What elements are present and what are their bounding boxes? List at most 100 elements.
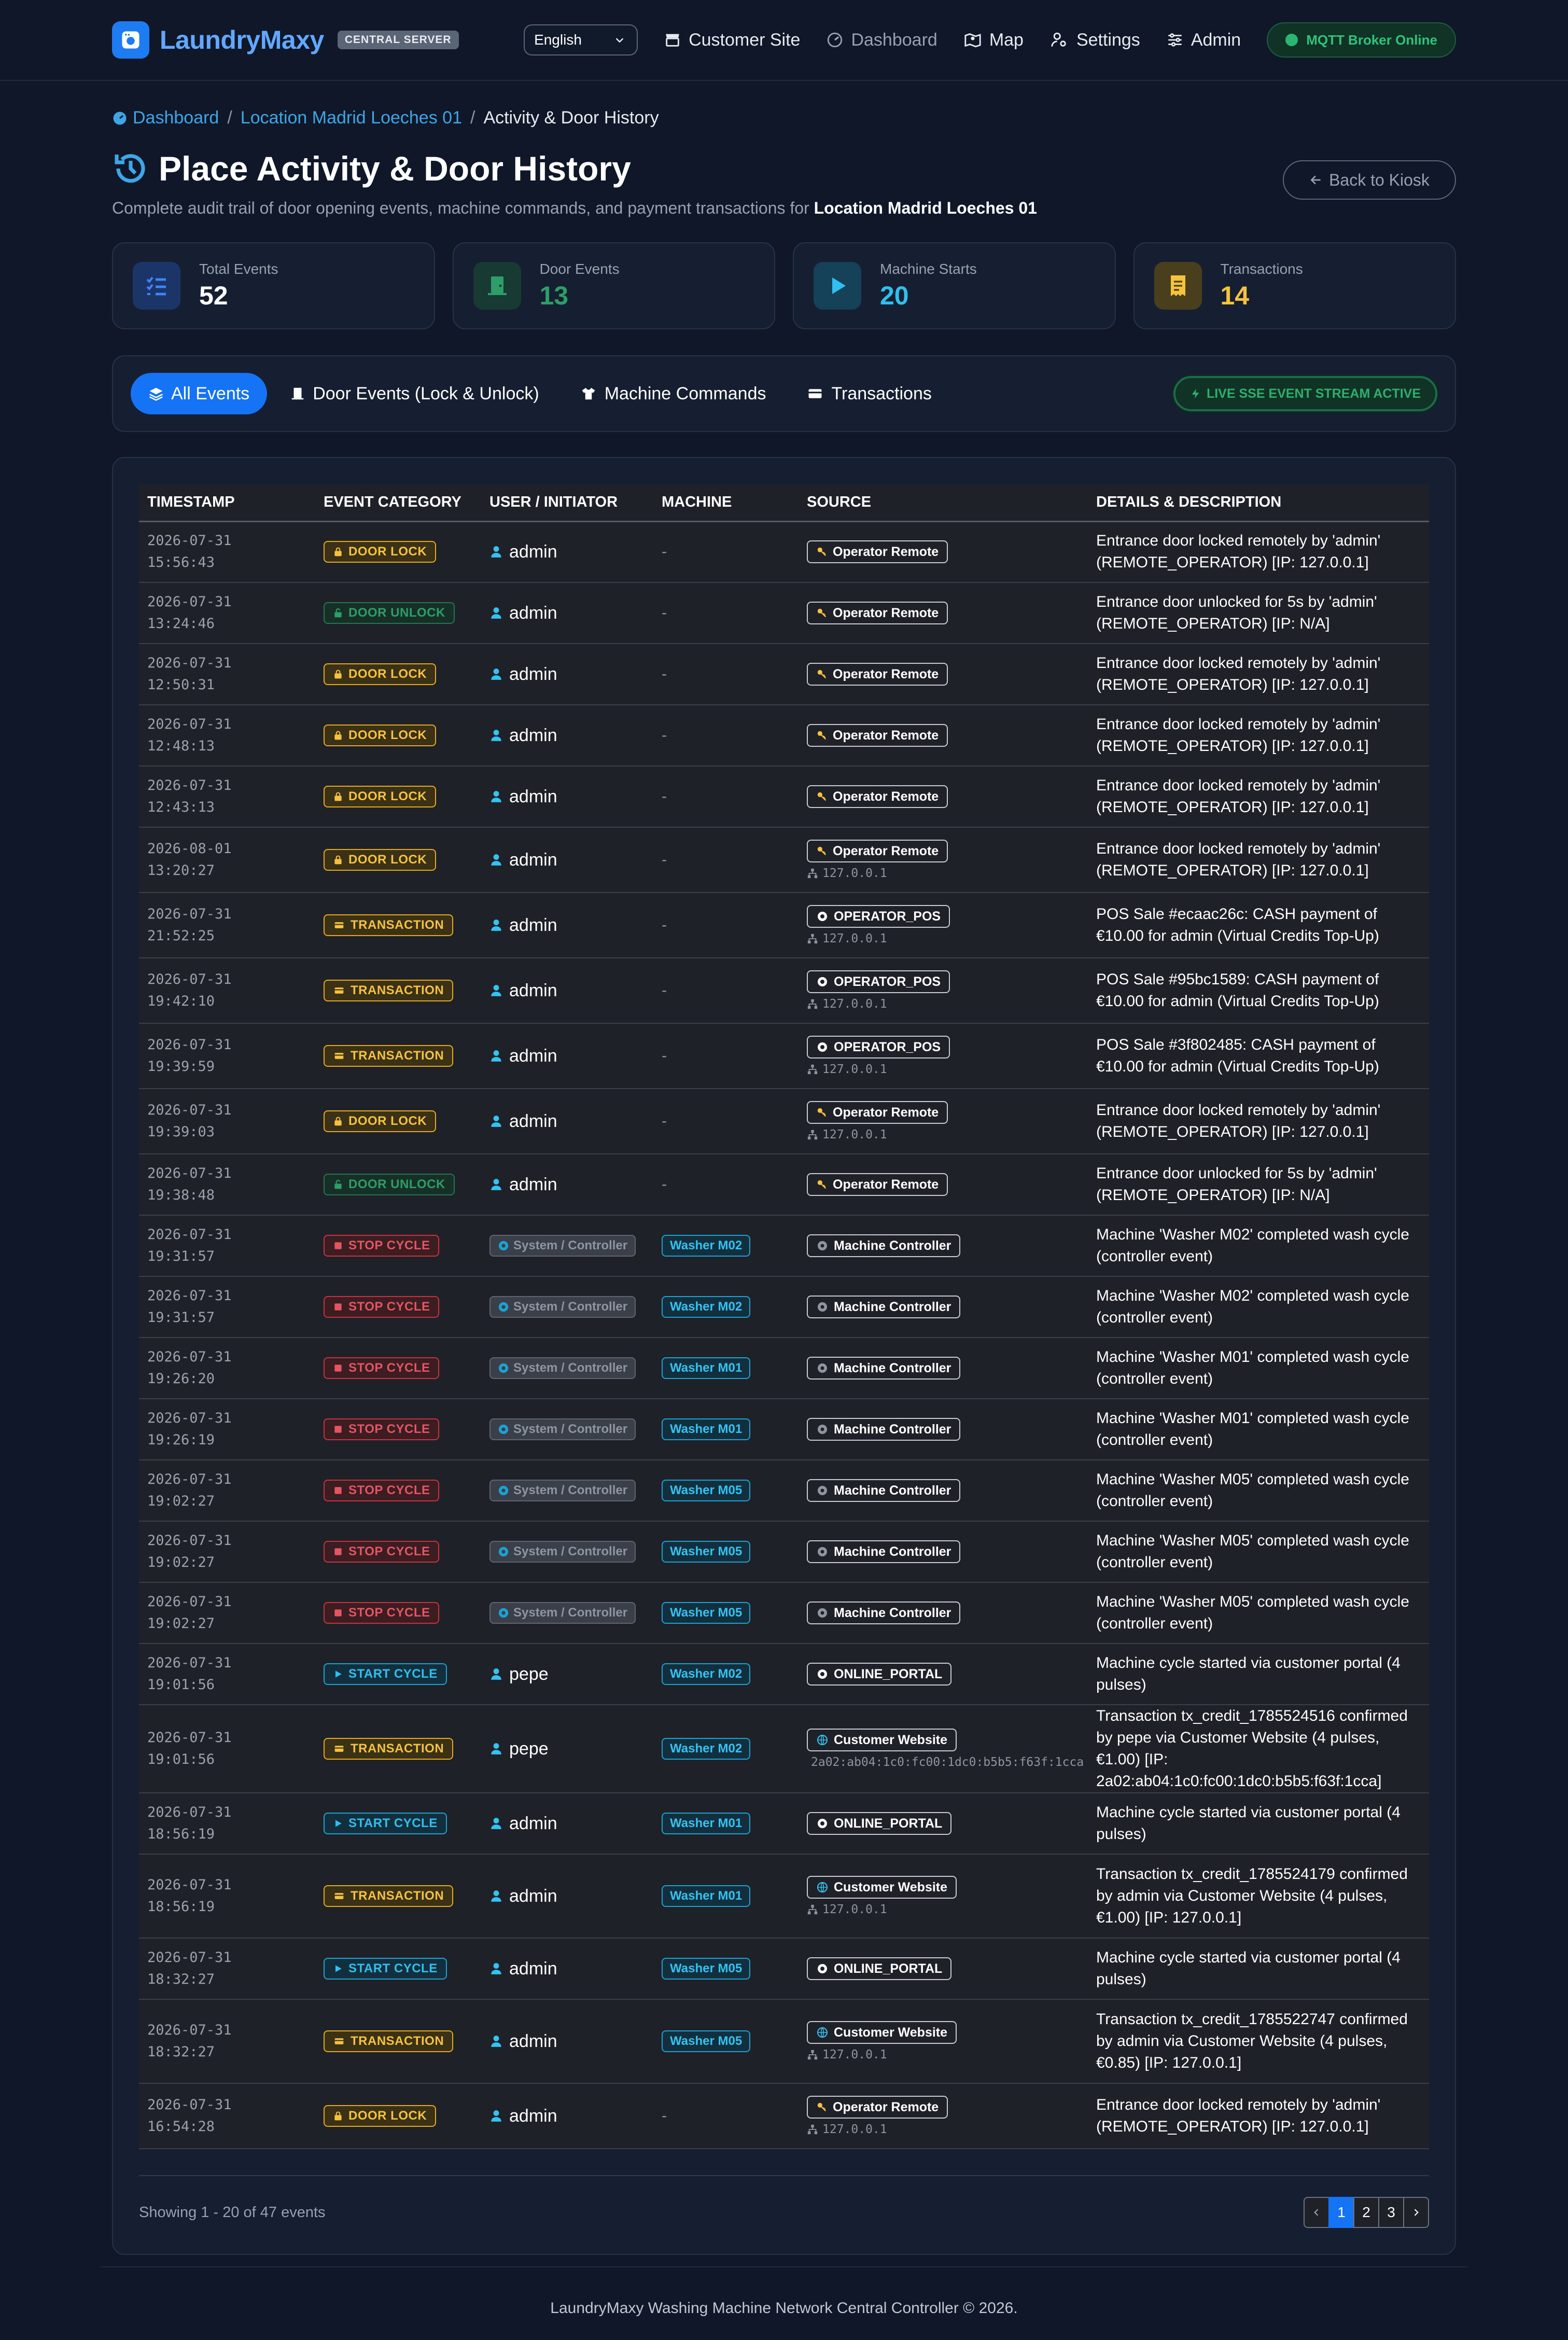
table-row: 2026-07-31 19:02:27 STOP CYCLE System / Con… <box>139 1521 1429 1583</box>
initiator-user[interactable]: admin <box>489 981 645 1001</box>
initiator-user[interactable]: admin <box>489 603 645 623</box>
table-row: 2026-07-31 18:32:27 TRANSACTION admin Washer… <box>139 1999 1429 2084</box>
event-category-badge: DOOR LOCK <box>324 663 437 685</box>
event-category-label: DOOR UNLOCK <box>348 606 445 620</box>
network-icon <box>807 1130 818 1140</box>
event-details: Entrance door locked remotely by 'admin'… <box>1096 716 1381 755</box>
history-icon <box>115 154 145 183</box>
column-header[interactable]: USER / INITIATOR <box>481 484 653 522</box>
tab-transactions[interactable]: Transactions <box>789 373 949 414</box>
brand[interactable]: LaundryMaxy CENTRAL SERVER <box>112 21 459 59</box>
back-to-kiosk-button[interactable]: Back to Kiosk <box>1283 160 1456 200</box>
page-button[interactable]: 1 <box>1328 2197 1354 2228</box>
event-category-label: TRANSACTION <box>351 1742 444 1756</box>
initiator-user[interactable]: admin <box>489 787 645 807</box>
nav-dashboard[interactable]: Dashboard <box>826 30 937 50</box>
initiator-cell: System / Controller <box>481 1276 653 1338</box>
timestamp-date: 2026-07-31 <box>147 1037 232 1053</box>
machine-badge[interactable]: Washer M05 <box>662 1541 751 1563</box>
machine-badge[interactable]: Washer M02 <box>662 1296 751 1318</box>
globe-icon <box>817 1882 828 1892</box>
category-cell: STOP CYCLE <box>315 1399 481 1460</box>
machine-badge[interactable]: Washer M05 <box>662 1480 751 1501</box>
initiator-user[interactable]: admin <box>489 1959 645 1979</box>
nav-map[interactable]: Map <box>963 30 1024 50</box>
machine-badge[interactable]: Washer M02 <box>662 1738 751 1760</box>
initiator-cell: System / Controller <box>481 1521 653 1583</box>
breadcrumb-location[interactable]: Location Madrid Loeches 01 <box>241 108 462 128</box>
details-cell: Machine cycle started via customer porta… <box>1088 1643 1429 1705</box>
system-initiator-badge: System / Controller <box>489 1418 636 1440</box>
details-cell: Entrance door locked remotely by 'admin'… <box>1088 1089 1429 1154</box>
initiator-user[interactable]: admin <box>489 1175 645 1195</box>
next-page-button[interactable] <box>1403 2197 1429 2228</box>
machine-badge[interactable]: Washer M01 <box>662 1418 751 1440</box>
column-header[interactable]: EVENT CATEGORY <box>315 484 481 522</box>
machine-badge[interactable]: Washer M05 <box>662 2030 751 2052</box>
event-category-label: STOP CYCLE <box>348 1606 430 1620</box>
source-badge: Operator Remote <box>807 663 948 686</box>
initiator-label: System / Controller <box>513 1606 628 1620</box>
initiator-user[interactable]: admin <box>489 542 645 562</box>
initiator-user[interactable]: admin <box>489 1111 645 1132</box>
page-footer: LaundryMaxy Washing Machine Network Cent… <box>101 2266 1467 2317</box>
page-button[interactable]: 3 <box>1378 2197 1404 2228</box>
tab-all-events[interactable]: All Events <box>131 373 268 414</box>
column-header[interactable]: DETAILS & DESCRIPTION <box>1088 484 1429 522</box>
column-header[interactable]: MACHINE <box>653 484 799 522</box>
initiator-user[interactable]: admin <box>489 2106 645 2126</box>
event-details: POS Sale #95bc1589: CASH payment of €10.… <box>1096 971 1379 1010</box>
machine-badge[interactable]: Washer M01 <box>662 1885 751 1907</box>
initiator-user[interactable]: admin <box>489 726 645 746</box>
category-cell: TRANSACTION <box>315 893 481 958</box>
machine-badge[interactable]: Washer M02 <box>662 1235 751 1257</box>
timestamp-cell: 2026-07-31 15:56:43 <box>139 521 315 583</box>
gauge-icon <box>113 112 127 124</box>
user-icon <box>491 730 501 741</box>
tab-label: Door Events (Lock & Unlock) <box>313 383 539 403</box>
initiator-cell: admin <box>481 705 653 767</box>
page-button[interactable]: 2 <box>1353 2197 1379 2228</box>
initiator-user[interactable]: admin <box>489 850 645 870</box>
machine-badge[interactable]: Washer M02 <box>662 1663 751 1685</box>
column-header[interactable]: SOURCE <box>799 484 1088 522</box>
event-category-label: DOOR LOCK <box>348 545 427 559</box>
initiator-user[interactable]: pepe <box>489 1739 645 1759</box>
table-row: 2026-07-31 19:31:57 STOP CYCLE System / Con… <box>139 1215 1429 1277</box>
timestamp-time: 19:31:57 <box>147 1248 215 1264</box>
tab-door-events[interactable]: Door Events (Lock & Unlock) <box>272 373 557 414</box>
initiator-user[interactable]: admin <box>489 664 645 685</box>
machine-badge[interactable]: Washer M05 <box>662 1958 751 1980</box>
initiator-user[interactable]: admin <box>489 2031 645 2052</box>
lock-icon <box>334 855 342 865</box>
prev-page-button[interactable] <box>1304 2197 1329 2228</box>
source-cell: Operator Remote <box>799 705 1088 767</box>
tab-machine-commands[interactable]: Machine Commands <box>562 373 784 414</box>
server-badge: CENTRAL SERVER <box>337 31 459 49</box>
chip-icon <box>818 1363 827 1373</box>
chevron-right-icon <box>1414 2209 1419 2216</box>
column-header[interactable]: TIMESTAMP <box>139 484 315 522</box>
initiator-user[interactable]: admin <box>489 1814 645 1834</box>
machine-empty: - <box>662 727 667 744</box>
initiator-user[interactable]: pepe <box>489 1664 645 1684</box>
nav-admin[interactable]: Admin <box>1166 30 1241 50</box>
machine-cell: - <box>653 766 799 828</box>
initiator-label: pepe <box>509 1738 549 1759</box>
initiator-user[interactable]: admin <box>489 915 645 936</box>
machine-badge[interactable]: Washer M01 <box>662 1357 751 1379</box>
nav-customer-site[interactable]: Customer Site <box>664 30 800 50</box>
machine-badge[interactable]: Washer M01 <box>662 1813 751 1834</box>
category-cell: TRANSACTION <box>315 1705 481 1793</box>
source-badge: OPERATOR_POS <box>807 1036 950 1058</box>
initiator-user[interactable]: admin <box>489 1886 645 1906</box>
chip-icon <box>818 1241 827 1250</box>
machine-badge[interactable]: Washer M05 <box>662 1602 751 1624</box>
nav-settings[interactable]: Settings <box>1049 30 1140 50</box>
key-icon <box>817 548 827 556</box>
network-icon <box>807 2050 818 2060</box>
globe-icon <box>817 1735 828 1745</box>
initiator-user[interactable]: admin <box>489 1046 645 1066</box>
language-select[interactable]: English <box>524 24 638 55</box>
breadcrumb-dashboard[interactable]: Dashboard <box>112 108 219 128</box>
